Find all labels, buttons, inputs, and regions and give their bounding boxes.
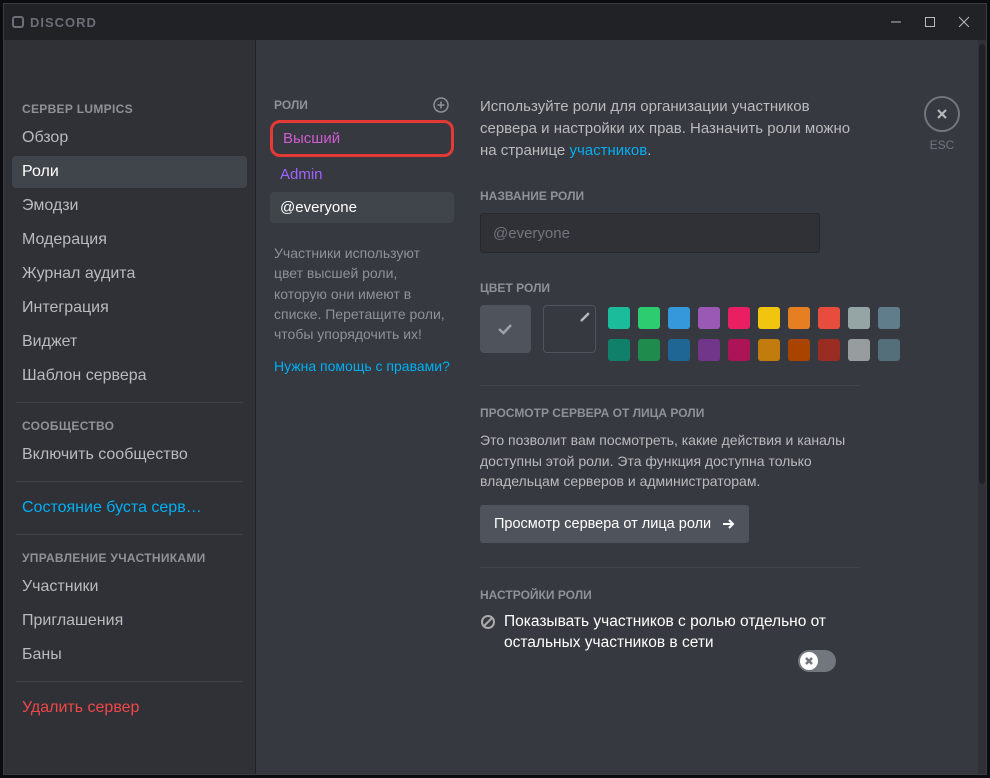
color-swatch[interactable] [758,339,780,361]
color-swatch[interactable] [728,307,750,329]
color-palette [608,305,900,361]
sidebar-header-members: УПРАВЛЕНИЕ УЧАСТНИКАМИ [12,545,247,571]
window-frame: DISCORD СЕРВЕР LUMPICS Обзор Роли Эмодзи… [3,3,987,775]
section-divider [480,567,860,568]
color-swatch[interactable] [668,339,690,361]
view-as-role-button-label: Просмотр сервера от лица роли [494,516,711,532]
sidebar-item-boost-status[interactable]: Состояние буста серв… [12,492,247,524]
sidebar-header-community: СООБЩЕСТВО [12,413,247,439]
color-swatch[interactable] [818,307,840,329]
divider [16,481,243,482]
app-brand: DISCORD [12,15,97,30]
color-swatch[interactable] [758,307,780,329]
color-swatch[interactable] [878,339,900,361]
view-as-role-label: ПРОСМОТР СЕРВЕРА ОТ ЛИЦА РОЛИ [480,406,900,420]
custom-color-swatch[interactable] [543,305,596,353]
sidebar-item-enable-community[interactable]: Включить сообщество [12,439,247,471]
color-swatch[interactable] [848,339,870,361]
color-swatch[interactable] [668,307,690,329]
color-swatch[interactable] [608,307,630,329]
view-as-role-description: Это позволит вам посмотреть, какие дейст… [480,430,850,491]
divider [16,534,243,535]
view-as-role-button[interactable]: Просмотр сервера от лица роли [480,505,749,543]
minimize-button[interactable] [880,8,912,36]
divider [16,681,243,682]
display-separately-label: Показывать участников с ролью отдельно о… [504,612,860,654]
sidebar-item-members[interactable]: Участники [12,571,247,603]
color-swatch[interactable] [788,339,810,361]
role-settings-label: НАСТРОЙКИ РОЛИ [480,588,900,602]
settings-sidebar: СЕРВЕР LUMPICS Обзор Роли Эмодзи Модерац… [4,40,256,774]
sidebar-item-delete-server[interactable]: Удалить сервер [12,692,247,724]
prohibited-icon [480,612,496,637]
sidebar-item-moderation[interactable]: Модерация [12,224,247,256]
display-separately-setting: Показывать участников с ролью отдельно о… [480,612,860,654]
titlebar: DISCORD [4,4,986,40]
color-swatch[interactable] [638,339,660,361]
intro-part1: Используйте роли для организации участни… [480,98,850,159]
color-swatch[interactable] [698,307,720,329]
roles-list-title: РОЛИ [274,98,308,112]
sidebar-item-invites[interactable]: Приглашения [12,605,247,637]
role-color-label: ЦВЕТ РОЛИ [480,281,900,295]
sidebar-item-template[interactable]: Шаблон сервера [12,360,247,392]
sidebar-item-widget[interactable]: Виджет [12,326,247,358]
divider [16,402,243,403]
sidebar-item-audit-log[interactable]: Журнал аудита [12,258,247,290]
role-name-label: НАЗВАНИЕ РОЛИ [480,189,900,203]
section-divider [480,385,860,386]
sidebar-item-emoji[interactable]: Эмодзи [12,190,247,222]
role-item-admin[interactable]: Admin [270,159,454,190]
close-settings-label: ESC [924,138,960,152]
role-settings-content: Используйте роли для организации участни… [466,40,986,774]
toggle-knob [800,652,818,670]
maximize-button[interactable] [914,8,946,36]
app-body: СЕРВЕР LUMPICS Обзор Роли Эмодзи Модерац… [4,40,986,774]
role-item-highest[interactable]: Высший [270,120,454,157]
role-item-everyone[interactable]: @everyone [270,192,454,223]
sidebar-item-integrations[interactable]: Интеграция [12,292,247,324]
roles-help-link[interactable]: Нужна помощь с правами? [270,344,454,374]
color-swatch[interactable] [878,307,900,329]
color-swatch[interactable] [698,339,720,361]
default-color-swatch[interactable] [480,305,531,353]
discord-logo-icon [12,16,24,28]
color-swatch[interactable] [788,307,810,329]
sidebar-item-overview[interactable]: Обзор [12,122,247,154]
roles-intro-text: Используйте роли для организации участни… [480,96,860,161]
color-swatch[interactable] [608,339,630,361]
scrollbar-thumb[interactable] [979,44,985,484]
color-swatch[interactable] [818,339,840,361]
close-window-button[interactable] [948,8,980,36]
color-swatch[interactable] [638,307,660,329]
color-swatch[interactable] [728,339,750,361]
members-page-link[interactable]: участников [569,142,647,159]
window-controls [880,8,980,36]
add-role-button[interactable] [432,96,450,114]
roles-reorder-hint: Участники используют цвет высшей роли, к… [270,225,454,344]
roles-list-header: РОЛИ [270,96,454,120]
display-separately-toggle[interactable] [798,650,836,672]
role-name-input[interactable] [480,213,820,253]
role-color-picker [480,305,900,361]
close-settings-button[interactable] [924,96,960,132]
content-scrollbar[interactable] [978,40,986,774]
roles-list-column: РОЛИ Высший Admin @everyone Участники ис… [256,40,466,774]
color-swatch[interactable] [848,307,870,329]
sidebar-header-server: СЕРВЕР LUMPICS [12,96,247,122]
close-settings: ESC [924,96,960,152]
app-name: DISCORD [30,15,97,30]
sidebar-item-bans[interactable]: Баны [12,639,247,671]
sidebar-item-roles[interactable]: Роли [12,156,247,188]
